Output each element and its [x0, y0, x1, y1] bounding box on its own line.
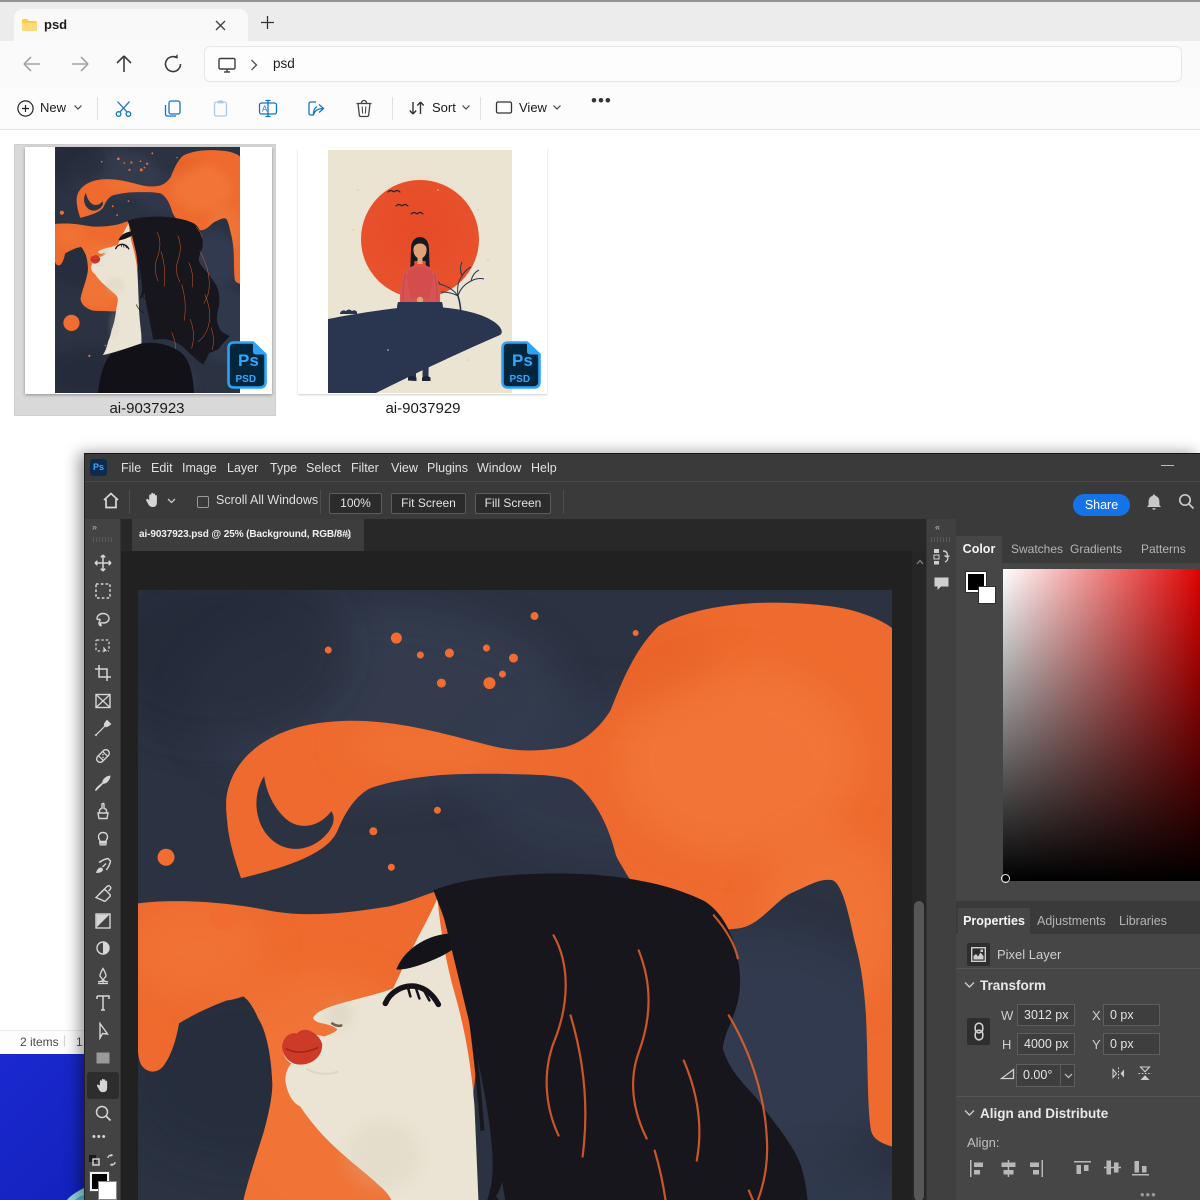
- svg-text:A: A: [262, 105, 268, 114]
